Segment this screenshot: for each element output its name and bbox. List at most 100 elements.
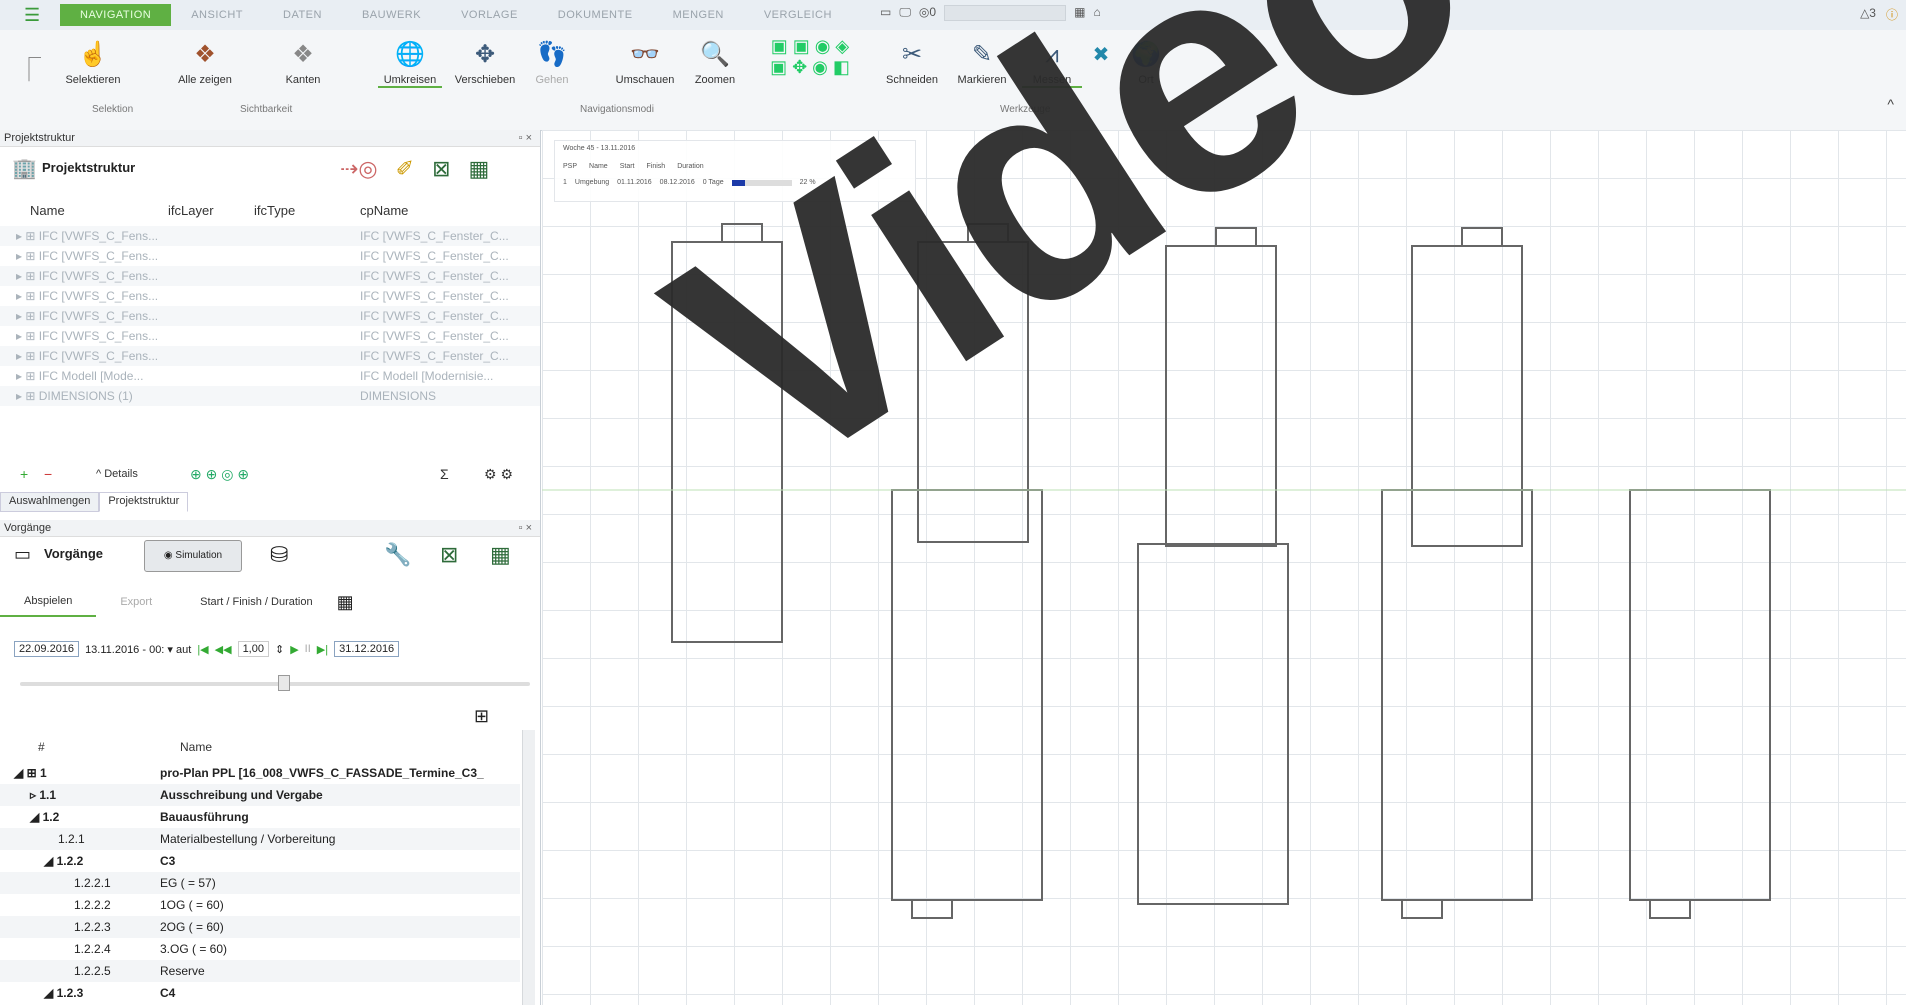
tree-row[interactable]: ▹ 1.1 Ausschreibung und Vergabe <box>0 784 520 806</box>
col-name[interactable]: Name <box>180 740 212 754</box>
timeline-slider-thumb[interactable] <box>278 675 290 691</box>
3d-viewport[interactable]: Woche 45 - 13.11.2016 PSP Name Start Fin… <box>542 130 1906 1005</box>
tree-row[interactable]: 1.2.2.3 2OG ( = 60) <box>0 916 520 938</box>
table-row[interactable]: ▸ ⊞ IFC [VWFS_C_Fens... IFC [VWFS_C_Fenst… <box>0 286 540 306</box>
col-cpname[interactable]: cpName <box>360 203 480 223</box>
markup-button[interactable]: ✎ Markieren <box>950 40 1014 86</box>
table-row[interactable]: ▸ ⊞ IFC [VWFS_C_Fens... IFC [VWFS_C_Fenst… <box>0 246 540 266</box>
collapse-ribbon-icon[interactable]: ^ <box>1887 96 1894 112</box>
tab-auswahlmengen[interactable]: Auswahlmengen <box>0 492 100 512</box>
tab-navigation[interactable]: NAVIGATION <box>60 4 172 26</box>
speed-field[interactable]: 1,00 <box>237 641 269 657</box>
settings-icon[interactable]: ⚙ ⚙ <box>484 466 513 483</box>
timeline-slider-track[interactable] <box>20 682 530 686</box>
location-button[interactable]: 🌍 Ort <box>1126 40 1166 86</box>
play-icon[interactable]: ▶ <box>290 643 298 656</box>
skip-start-icon[interactable]: |◀ <box>197 643 208 656</box>
link-icon[interactable]: ⇢◎ <box>340 156 378 182</box>
col-name[interactable]: Name <box>0 203 168 223</box>
tab-abspielen[interactable]: Abspielen <box>0 587 97 617</box>
close-measure-icon[interactable]: ✖ <box>1090 42 1112 67</box>
remove-icon[interactable]: − <box>44 466 52 482</box>
col-number[interactable]: # <box>38 740 45 754</box>
gantt-icon[interactable]: ⛁ <box>270 542 288 568</box>
tree-scrollbar[interactable] <box>522 730 535 1005</box>
speed-stepper-icon[interactable]: ⇕ <box>275 643 284 656</box>
pipette-icon[interactable]: ✐ <box>396 156 414 182</box>
start-date-field[interactable]: 22.09.2016 <box>14 641 80 657</box>
counter-icon[interactable]: ◎0 <box>919 5 936 21</box>
tab-mengen[interactable]: MENGEN <box>653 4 744 26</box>
warning-icon[interactable]: △3 <box>1860 6 1876 23</box>
wrench-icon[interactable]: 🔧 <box>384 542 411 568</box>
tab-start-finish-duration[interactable]: Start / Finish / Duration <box>176 588 337 616</box>
table-row[interactable]: ▸ ⊞ IFC [VWFS_C_Fens... IFC [VWFS_C_Fenst… <box>0 306 540 326</box>
hamburger-menu-icon[interactable]: ☰ <box>24 6 52 24</box>
sum-icon[interactable]: Σ <box>440 466 449 482</box>
filter-icon[interactable]: ⊠ <box>432 156 450 182</box>
tree-row[interactable]: 1.2.1 Materialbestellung / Vorbereitung <box>0 828 520 850</box>
tree-row[interactable]: 1.2.2.1 EG ( = 57) <box>0 872 520 894</box>
tab-vorlage[interactable]: VORLAGE <box>441 4 538 26</box>
group-selektion: Selektion <box>92 104 134 115</box>
walk-button[interactable]: 👣 Gehen <box>530 40 574 86</box>
tree-row[interactable]: ◢ 1.2 Bauausführung <box>0 806 520 828</box>
tab-bauwerk[interactable]: BAUWERK <box>342 4 441 26</box>
info-icon[interactable]: ⓘ <box>1886 6 1898 23</box>
tab-ansicht[interactable]: ANSICHT <box>171 4 263 26</box>
window-layout-icon[interactable]: ▭ <box>880 5 891 21</box>
view-icons[interactable]: ⊕ ⊕ ◎ ⊕ <box>190 466 249 483</box>
quick-search-input[interactable] <box>944 5 1067 21</box>
pin-close-icon[interactable]: ▫ × <box>519 520 532 537</box>
tree-row[interactable]: ◢ 1.2.3 C4 <box>0 982 520 1004</box>
monitor-icon[interactable]: 🖵 <box>899 5 911 21</box>
tab-export[interactable]: Export <box>96 588 176 616</box>
tab-daten[interactable]: DATEN <box>263 4 342 26</box>
cut-button[interactable]: ✂ Schneiden <box>880 40 944 86</box>
tree-row[interactable]: ◢ ⊞ 1 pro-Plan PPL [16_008_VWFS_C_FASSADE… <box>0 762 520 784</box>
measure-button[interactable]: ⩘ Messen <box>1022 40 1082 88</box>
tree-row[interactable]: ◢ 1.2.2 C3 <box>0 850 520 872</box>
tab-projektstruktur[interactable]: Projektstruktur <box>99 492 189 512</box>
hierarchy-icon[interactable]: ⊞ <box>474 706 489 727</box>
end-date-field[interactable]: 31.12.2016 <box>334 641 400 657</box>
filter-icon[interactable]: ⊠ <box>440 542 458 568</box>
zoom-options-icon[interactable]: ▣ ▣ ◉ ◈ ▣ ✥ ◉ ◧ <box>750 36 870 78</box>
look-around-button[interactable]: 👓 Umschauen <box>610 40 680 86</box>
tree-row[interactable]: 1.2.2.5 Reserve <box>0 960 520 982</box>
orbit-button[interactable]: 🌐 Umkreisen <box>378 40 442 88</box>
layout-icon[interactable]: ▦ <box>1074 5 1085 21</box>
select-button[interactable]: ☝ Selektieren <box>58 40 128 86</box>
table-row[interactable]: ▸ ⊞ DIMENSIONS (1) DIMENSIONS <box>0 386 540 406</box>
tree-row[interactable]: 1.2.2.4 3.OG ( = 60) <box>0 938 520 960</box>
pan-button[interactable]: ✥ Verschieben <box>450 40 520 86</box>
zoom-button[interactable]: 🔍 Zoomen <box>690 40 740 86</box>
step-back-icon[interactable]: ◀◀ <box>215 643 232 656</box>
tree-row[interactable]: 1.2.2.2 1OG ( = 60) <box>0 894 520 916</box>
pan-icon: ✥ <box>474 41 496 68</box>
table-row[interactable]: ▸ ⊞ IFC [VWFS_C_Fens... IFC [VWFS_C_Fenst… <box>0 266 540 286</box>
table-row[interactable]: ▸ ⊞ IFC [VWFS_C_Fens... IFC [VWFS_C_Fenst… <box>0 326 540 346</box>
col-ifctype[interactable]: ifcType <box>254 203 360 223</box>
current-date-select[interactable]: 13.11.2016 - 00: ▾ aut <box>85 643 191 656</box>
tab-vergleich[interactable]: VERGLEICH <box>744 4 852 26</box>
settings-table-icon[interactable]: ▦ <box>337 592 354 613</box>
pin-close-icon[interactable]: ▫ × <box>519 130 532 147</box>
pointer-icon[interactable]: ⎾ <box>14 56 44 90</box>
col-ifclayer[interactable]: ifcLayer <box>168 203 254 223</box>
home-icon[interactable]: ⌂ <box>1093 5 1100 21</box>
table-row[interactable]: ▸ ⊞ IFC [VWFS_C_Fens... IFC [VWFS_C_Fenst… <box>0 346 540 366</box>
tab-dokumente[interactable]: DOKUMENTE <box>538 4 653 26</box>
add-icon[interactable]: + <box>20 466 28 482</box>
simulation-toggle-button[interactable]: ◉ Simulation <box>144 540 242 572</box>
edges-button[interactable]: ❖ Kanten <box>278 40 328 86</box>
table-icon[interactable]: ▦ <box>490 542 511 568</box>
table-row[interactable]: ▸ ⊞ IFC [VWFS_C_Fens... IFC [VWFS_C_Fenst… <box>0 226 540 246</box>
table-icon[interactable]: ▦ <box>469 156 490 182</box>
show-all-button[interactable]: ❖ Alle zeigen <box>170 40 240 86</box>
window-frame <box>891 489 1043 901</box>
table-row[interactable]: ▸ ⊞ IFC Modell [Mode... IFC Modell [Moder… <box>0 366 540 386</box>
skip-end-icon[interactable]: ▶| <box>317 643 328 656</box>
pause-icon[interactable]: II <box>305 643 311 655</box>
details-button[interactable]: ^ Details <box>96 468 138 480</box>
